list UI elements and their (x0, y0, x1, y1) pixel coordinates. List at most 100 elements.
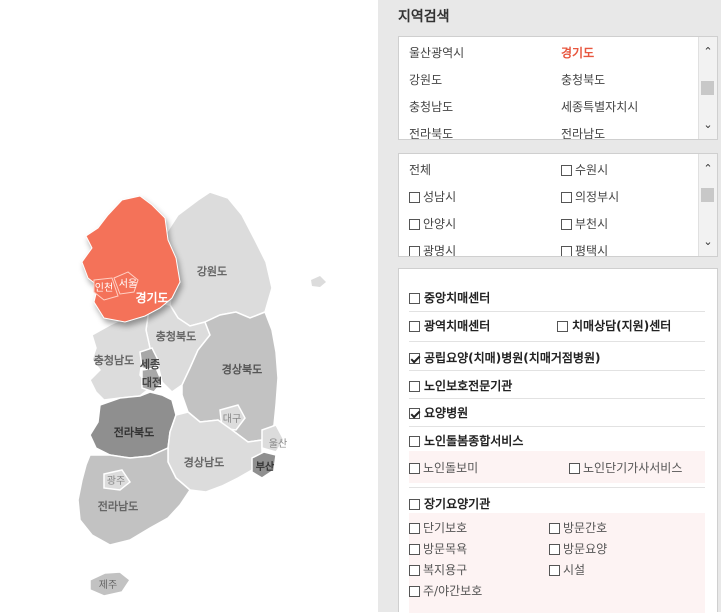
scroll-thumb[interactable] (701, 81, 714, 95)
longterm-sub-item[interactable]: 주/야간보호 (409, 582, 482, 599)
city-item[interactable]: 성남시 (409, 188, 456, 205)
checkbox[interactable] (409, 436, 420, 447)
checkbox-checked[interactable] (409, 408, 420, 419)
facility-public-hospital[interactable]: 공립요양(치매)병원(치매거점병원) (409, 349, 705, 366)
label-jeonnam: 전라남도 (98, 499, 138, 513)
region-jeonbuk[interactable] (89, 391, 177, 459)
checkbox[interactable] (409, 246, 420, 256)
label-daejeon: 대전 (142, 375, 162, 389)
longterm-sub-label: 방문목욕 (423, 542, 468, 556)
checkbox[interactable] (557, 321, 568, 332)
city-item[interactable]: 수원시 (561, 161, 608, 178)
chevron-down-icon[interactable]: ⌄ (699, 235, 717, 248)
checkbox[interactable] (561, 192, 572, 203)
list-item: 전라북도 전라남도 (409, 120, 695, 139)
checkbox[interactable] (549, 544, 560, 555)
checkbox-checked[interactable] (409, 353, 420, 364)
scroll-thumb[interactable] (701, 188, 714, 202)
longterm-sub-item[interactable]: 방문요양 (549, 540, 607, 557)
facility-longterm[interactable]: 장기요양기관 (409, 495, 705, 512)
facility-elder-protection[interactable]: 노인보호전문기관 (409, 377, 705, 394)
province-item[interactable]: 세종특별자치시 (561, 98, 638, 115)
facility-central[interactable]: 중앙치매센터 (409, 289, 705, 306)
longterm-sub-label: 복지용구 (423, 563, 468, 577)
care-sub-label: 노인돌보미 (423, 461, 479, 475)
longterm-sub-label: 단기보호 (423, 521, 468, 535)
checkbox[interactable] (409, 499, 420, 510)
checkbox[interactable] (569, 463, 580, 474)
checkbox[interactable] (409, 192, 420, 203)
panel-title: 지역검색 (398, 9, 450, 25)
label-chungnam: 충청남도 (94, 353, 134, 367)
label-seoul: 서울 (119, 278, 137, 290)
province-grid: 울산광역시 경기도 강원도 충청북도 충청남도 세종특별자치시 전라북도 전라남… (409, 39, 695, 139)
facility-label: 치매상담(지원)센터 (572, 319, 672, 333)
facility-regional[interactable]: 광역치매센터 (409, 317, 549, 334)
label-incheon: 인천 (95, 282, 113, 294)
city-item[interactable]: 광명시 (409, 242, 456, 256)
divider (409, 311, 705, 312)
province-item[interactable]: 충청북도 (561, 71, 605, 88)
checkbox[interactable] (561, 246, 572, 256)
city-item-all[interactable]: 전체 (409, 161, 431, 178)
city-label: 부천시 (575, 217, 609, 231)
checkbox[interactable] (549, 523, 560, 534)
city-item[interactable]: 의정부시 (561, 188, 619, 205)
province-item-selected[interactable]: 경기도 (561, 44, 594, 61)
label-gangwon: 강원도 (197, 264, 227, 278)
city-label: 평택시 (575, 244, 609, 257)
longterm-sub-item[interactable]: 단기보호 (409, 519, 467, 536)
longterm-sub-item[interactable]: 방문간호 (549, 519, 607, 536)
city-grid: 전체 수원시 성남시 의정부시 안양시 부천시 광명시 평택시 (409, 156, 695, 257)
longterm-sub-item[interactable]: 방문목욕 (409, 540, 467, 557)
province-item[interactable]: 강원도 (409, 71, 442, 88)
chevron-up-icon[interactable]: ⌃ (699, 45, 717, 58)
checkbox[interactable] (409, 219, 420, 230)
region-gangwon[interactable] (164, 191, 273, 327)
province-list[interactable]: 울산광역시 경기도 강원도 충청북도 충청남도 세종특별자치시 전라북도 전라남… (398, 36, 718, 140)
province-item[interactable]: 전라북도 (409, 125, 453, 139)
city-list[interactable]: 전체 수원시 성남시 의정부시 안양시 부천시 광명시 평택시 ⌃ ⌄ (398, 153, 718, 257)
longterm-sub-label: 시설 (563, 563, 586, 577)
checkbox[interactable] (409, 586, 420, 597)
checkbox[interactable] (409, 321, 420, 332)
facility-label: 장기요양기관 (424, 497, 491, 511)
longterm-sub-label: 방문요양 (563, 542, 608, 556)
checkbox[interactable] (561, 219, 572, 230)
list-item: 강원도 충청북도 (409, 66, 695, 93)
longterm-sub-item[interactable]: 복지용구 (409, 561, 467, 578)
checkbox[interactable] (409, 565, 420, 576)
care-service-subbox: 노인돌보미 노인단기가사서비스 (409, 451, 705, 483)
checkbox[interactable] (409, 523, 420, 534)
list-item: 성남시 의정부시 (409, 183, 695, 210)
province-item[interactable]: 충청남도 (409, 98, 453, 115)
city-item[interactable]: 부천시 (561, 215, 608, 232)
divider (409, 341, 705, 342)
province-scrollbar[interactable]: ⌃ ⌄ (698, 37, 717, 139)
chevron-down-icon[interactable]: ⌄ (699, 118, 717, 131)
checkbox[interactable] (409, 544, 420, 555)
checkbox[interactable] (549, 565, 560, 576)
chevron-up-icon[interactable]: ⌃ (699, 162, 717, 175)
longterm-sub-label: 주/야간보호 (423, 584, 483, 598)
list-item: 광명시 평택시 (409, 237, 695, 257)
label-gyeonggi: 경기도 (135, 290, 168, 305)
checkbox[interactable] (409, 381, 420, 392)
checkbox[interactable] (561, 165, 572, 176)
checkbox[interactable] (409, 293, 420, 304)
checkbox[interactable] (409, 463, 420, 474)
facility-nursing-hospital[interactable]: 요양병원 (409, 404, 705, 421)
list-item: 안양시 부천시 (409, 210, 695, 237)
city-item[interactable]: 안양시 (409, 215, 456, 232)
province-item[interactable]: 전라남도 (561, 125, 605, 139)
care-sub-item[interactable]: 노인단기가사서비스 (569, 459, 682, 476)
label-ulsan: 울산 (269, 438, 287, 450)
city-item[interactable]: 평택시 (561, 242, 609, 257)
care-sub-item[interactable]: 노인돌보미 (409, 459, 478, 476)
facility-care-service[interactable]: 노인돌봄종합서비스 (409, 432, 705, 449)
city-scrollbar[interactable]: ⌃ ⌄ (698, 154, 717, 256)
province-item[interactable]: 울산광역시 (409, 44, 464, 61)
city-label: 수원시 (575, 163, 609, 177)
longterm-sub-item[interactable]: 시설 (549, 561, 585, 578)
facility-counseling[interactable]: 치매상담(지원)센터 (557, 317, 707, 334)
